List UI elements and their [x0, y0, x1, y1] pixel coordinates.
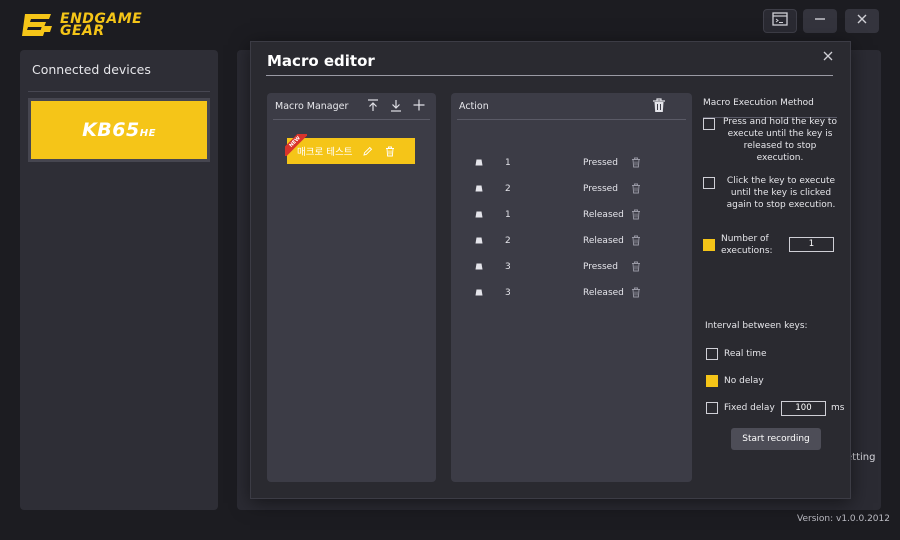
- option-label: No delay: [724, 376, 764, 386]
- action-key: 1: [505, 158, 511, 168]
- option-label: Click the key to execute until the key i…: [726, 176, 836, 210]
- version-label: Version: v1.0.0.2012: [797, 514, 890, 524]
- option-number-of-executions[interactable]: Number of executions:: [703, 233, 783, 257]
- action-row[interactable]: 3 Pressed: [475, 261, 645, 275]
- action-row[interactable]: 3 Released: [475, 287, 645, 301]
- brand-logo: ENDGAME GEAR: [22, 12, 142, 38]
- action-state: Released: [583, 236, 624, 246]
- upload-icon[interactable]: [366, 98, 380, 112]
- action-state: Released: [583, 210, 624, 220]
- keyboard-icon: [475, 159, 483, 169]
- action-state: Pressed: [583, 184, 618, 194]
- divider: [273, 119, 430, 120]
- keyboard-icon: [475, 263, 483, 273]
- plus-icon[interactable]: [412, 98, 426, 112]
- option-label: Press and hold the key to execute until …: [723, 117, 837, 163]
- trash-icon[interactable]: [631, 209, 641, 223]
- checkbox[interactable]: [703, 177, 715, 189]
- edit-icon[interactable]: [362, 145, 374, 157]
- start-recording-button[interactable]: Start recording: [731, 428, 821, 450]
- dialog-title: Macro editor: [267, 52, 375, 70]
- action-title: Action: [459, 101, 489, 112]
- interval-fixed-delay[interactable]: Fixed delay: [706, 400, 775, 414]
- macro-editor-dialog: Macro editor Macro Manager NEW 매크로 테스트 A…: [250, 41, 851, 499]
- action-row[interactable]: 1 Released: [475, 209, 645, 223]
- trash-icon[interactable]: [631, 235, 641, 249]
- action-key: 1: [505, 210, 511, 220]
- action-state: Released: [583, 288, 624, 298]
- trash-icon[interactable]: [384, 145, 396, 157]
- option-hold-to-execute[interactable]: Press and hold the key to execute until …: [703, 116, 841, 164]
- fixed-delay-input[interactable]: 100: [781, 401, 826, 416]
- trash-icon[interactable]: [631, 287, 641, 301]
- action-row[interactable]: 1 Pressed: [475, 157, 645, 171]
- trash-icon[interactable]: [631, 157, 641, 171]
- keyboard-icon: [475, 211, 483, 221]
- option-label: Fixed delay: [724, 403, 775, 413]
- terminal-icon: [772, 12, 788, 30]
- action-key: 2: [505, 236, 511, 246]
- download-icon[interactable]: [389, 98, 403, 112]
- action-panel: Action 1 Pressed 2 Pressed 1 Released 2 …: [451, 93, 692, 482]
- macro-list-item[interactable]: NEW 매크로 테스트: [285, 134, 415, 164]
- action-state: Pressed: [583, 158, 618, 168]
- keyboard-icon: [475, 185, 483, 195]
- checkbox[interactable]: [703, 118, 715, 130]
- interval-no-delay[interactable]: No delay: [706, 373, 764, 387]
- new-badge: NEW: [285, 134, 307, 156]
- minimize-button[interactable]: [803, 9, 837, 33]
- window-close-button[interactable]: [845, 9, 879, 33]
- execution-settings: Macro Execution Method Press and hold th…: [703, 92, 845, 452]
- action-row[interactable]: 2 Pressed: [475, 183, 645, 197]
- checkbox-checked[interactable]: [703, 239, 715, 251]
- keyboard-icon: [475, 237, 483, 247]
- device-name: KB65HE: [82, 119, 156, 141]
- action-key: 2: [505, 184, 511, 194]
- execution-method-title: Macro Execution Method: [703, 98, 814, 108]
- action-key: 3: [505, 288, 511, 298]
- executions-count-input[interactable]: 1: [789, 237, 834, 252]
- interval-real-time[interactable]: Real time: [706, 346, 767, 360]
- endgame-logo-icon: [22, 12, 54, 38]
- delay-unit: ms: [831, 403, 845, 413]
- checkbox-checked[interactable]: [706, 375, 718, 387]
- keyboard-icon: [475, 289, 483, 299]
- option-label: Number of executions:: [721, 234, 773, 256]
- device-card-kb65he[interactable]: KB65HE: [28, 98, 210, 162]
- checkbox[interactable]: [706, 348, 718, 360]
- trash-icon[interactable]: [631, 261, 641, 275]
- close-icon: [856, 13, 868, 29]
- divider: [266, 75, 833, 76]
- checkbox[interactable]: [706, 402, 718, 414]
- dialog-close-button[interactable]: [823, 50, 833, 65]
- clear-actions-trash-icon[interactable]: [652, 98, 666, 117]
- macro-manager-title: Macro Manager: [275, 101, 349, 112]
- action-row[interactable]: 2 Released: [475, 235, 645, 249]
- option-label: Real time: [724, 349, 767, 359]
- action-key: 3: [505, 262, 511, 272]
- trash-icon[interactable]: [631, 183, 641, 197]
- macro-manager-panel: Macro Manager NEW 매크로 테스트: [267, 93, 436, 482]
- terminal-button[interactable]: [763, 9, 797, 33]
- option-toggle-to-execute[interactable]: Click the key to execute until the key i…: [703, 175, 841, 211]
- divider: [457, 119, 686, 120]
- action-state: Pressed: [583, 262, 618, 272]
- connected-devices-panel: Connected devices KB65HE: [20, 50, 218, 510]
- close-icon: [823, 50, 833, 65]
- interval-title: Interval between keys:: [705, 321, 808, 331]
- divider: [28, 91, 210, 92]
- minimize-icon: [814, 13, 826, 29]
- sidebar-title: Connected devices: [32, 62, 151, 77]
